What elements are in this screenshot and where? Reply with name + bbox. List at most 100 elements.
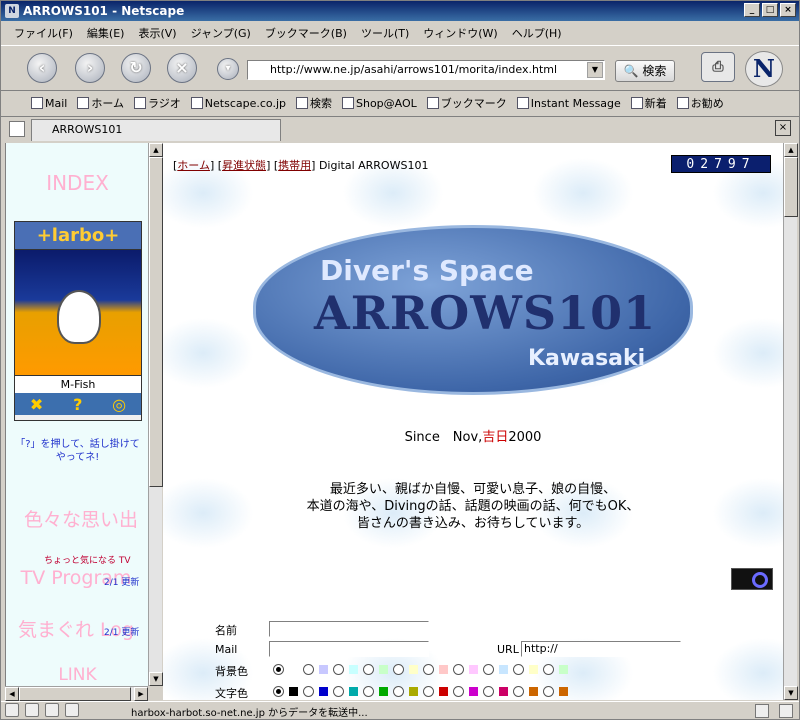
harbot-talk-icon[interactable]: ? [73,395,82,414]
tab-label: ARROWS101 [52,123,123,136]
url-input[interactable]: http:// [521,641,681,657]
color-radio[interactable] [273,664,284,675]
color-radio[interactable] [483,664,494,675]
color-radio[interactable] [303,686,314,697]
scroll-up-arrow-icon[interactable]: ▲ [784,143,798,157]
reload-button[interactable]: ↻ [121,53,151,83]
color-radio[interactable] [393,686,404,697]
memories-link[interactable]: 色々な思い出 [6,505,148,532]
color-radio[interactable] [363,686,374,697]
menu-bar: ファイル(F) 編集(E) 表示(V) ジャンプ(G) ブックマーク(B) ツー… [1,22,799,44]
maximize-button[interactable]: □ [762,3,778,17]
netscape-logo[interactable]: N [745,51,783,87]
cat-badge-icon[interactable] [731,568,773,590]
color-radio[interactable] [303,664,314,675]
minimize-button[interactable]: _ [744,3,760,17]
bookmark-netscape[interactable]: Netscape.co.jp [190,96,286,110]
color-radio[interactable] [543,664,554,675]
color-radio[interactable] [453,664,464,675]
netscape-app-icon: N [5,4,19,18]
bookmark-shop[interactable]: Shop@AOL [342,96,417,110]
color-radio[interactable] [423,686,434,697]
radio-icon [134,97,147,109]
back-button[interactable]: ‹ [27,53,57,83]
hscroll-thumb[interactable] [19,687,131,701]
address-book-icon[interactable] [65,703,79,717]
name-input[interactable] [269,621,429,637]
print-icon[interactable]: ⎙ [701,52,735,82]
bookmark-mail[interactable]: Mail [31,96,67,110]
menu-file[interactable]: ファイル(F) [7,25,80,41]
scroll-down-arrow-icon[interactable]: ▼ [149,672,163,686]
bookmark-recommended[interactable]: お勧め [676,95,724,111]
harbot-close-icon[interactable]: ✖ [30,395,43,414]
menu-edit[interactable]: 編集(E) [80,25,132,41]
color-swatch [439,687,448,696]
tab-close-button[interactable]: × [775,120,791,136]
link-home[interactable]: ホーム [177,159,210,172]
menu-help[interactable]: ヘルプ(H) [505,25,569,41]
color-radio[interactable] [333,686,344,697]
bookmark-home[interactable]: ホーム [77,95,124,111]
since-prefix: Since Nov, [404,430,483,445]
link-link[interactable]: LINK [6,665,148,685]
bookmark-radio[interactable]: ラジオ [134,95,181,111]
scroll-left-arrow-icon[interactable]: ◀ [5,687,19,701]
color-swatch [319,687,328,696]
mail-status-icon[interactable] [25,703,39,717]
color-radio[interactable] [333,664,344,675]
bookmark-im[interactable]: Instant Message [516,96,621,110]
forward-button[interactable]: › [75,53,105,83]
message-line: 本道の海や、Divingの話、話題の映画の話、何でもOK、 [306,499,640,514]
menu-window[interactable]: ウィンドウ(W) [416,25,504,41]
color-radio[interactable] [513,664,524,675]
scroll-right-arrow-icon[interactable]: ▶ [134,687,148,701]
search-button-label: 検索 [642,64,667,78]
menu-bookmarks[interactable]: ブックマーク(B) [258,25,354,41]
search-button[interactable]: 🔍 検索 [615,60,675,82]
site-label: Digital ARROWS101 [318,159,429,172]
main-frame-scrollbar[interactable]: ▲ ▼ [783,143,798,700]
color-radio[interactable] [363,664,374,675]
left-frame-hscrollbar[interactable]: ◀ ▶ [5,686,148,701]
harbot-menu-icon[interactable]: ◎ [112,395,126,414]
composer-icon[interactable] [45,703,59,717]
sidebar-toggle-icon[interactable] [9,121,25,137]
menu-view[interactable]: 表示(V) [131,25,183,41]
color-swatch [559,687,568,696]
color-radio[interactable] [423,664,434,675]
message-line: 最近多い、親ばか自慢、可愛い息子、娘の自慢、 [329,482,617,497]
harbot-widget[interactable]: +larbo+ M-Fish ✖ ? ◎ [14,221,142,421]
mail-icon [31,96,43,109]
home-icon [77,97,90,109]
color-radio[interactable] [513,686,524,697]
color-radio[interactable] [543,686,554,697]
scroll-up-arrow-icon[interactable]: ▲ [149,143,163,157]
url-field[interactable]: http://www.ne.jp/asahi/arrows101/morita/… [247,60,605,80]
close-button[interactable]: × [780,3,796,17]
color-radio[interactable] [453,686,464,697]
link-mobile[interactable]: 携帯用 [278,159,311,172]
menu-go[interactable]: ジャンプ(G) [184,25,258,41]
color-radio[interactable] [483,686,494,697]
tab-arrows101[interactable]: ARROWS101 [31,119,281,141]
bookmark-search[interactable]: 検索 [296,95,332,111]
since-line: Since Nov,吉日2000 [163,426,783,445]
history-dropdown-icon[interactable]: ▾ [217,58,239,80]
scroll-thumb[interactable] [149,157,163,487]
harbot-controls: ✖ ? ◎ [15,393,141,415]
scroll-thumb[interactable] [784,157,798,217]
mail-input[interactable] [269,641,429,657]
menu-tools[interactable]: ツール(T) [354,25,416,41]
bookmark-folder[interactable]: ブックマーク [426,95,507,111]
url-dropdown-icon[interactable]: ▼ [587,62,603,78]
link-promotion[interactable]: 昇進状態 [222,159,266,172]
color-radio[interactable] [273,686,284,697]
security-icon[interactable] [5,703,19,717]
bookmark-new[interactable]: 新着 [630,95,667,111]
text-color-label: 文字色 [215,687,248,700]
left-frame-scrollbar[interactable]: ▲ ▼ [148,143,163,686]
scroll-down-arrow-icon[interactable]: ▼ [784,686,798,700]
color-radio[interactable] [393,664,404,675]
stop-button[interactable]: × [167,53,197,83]
